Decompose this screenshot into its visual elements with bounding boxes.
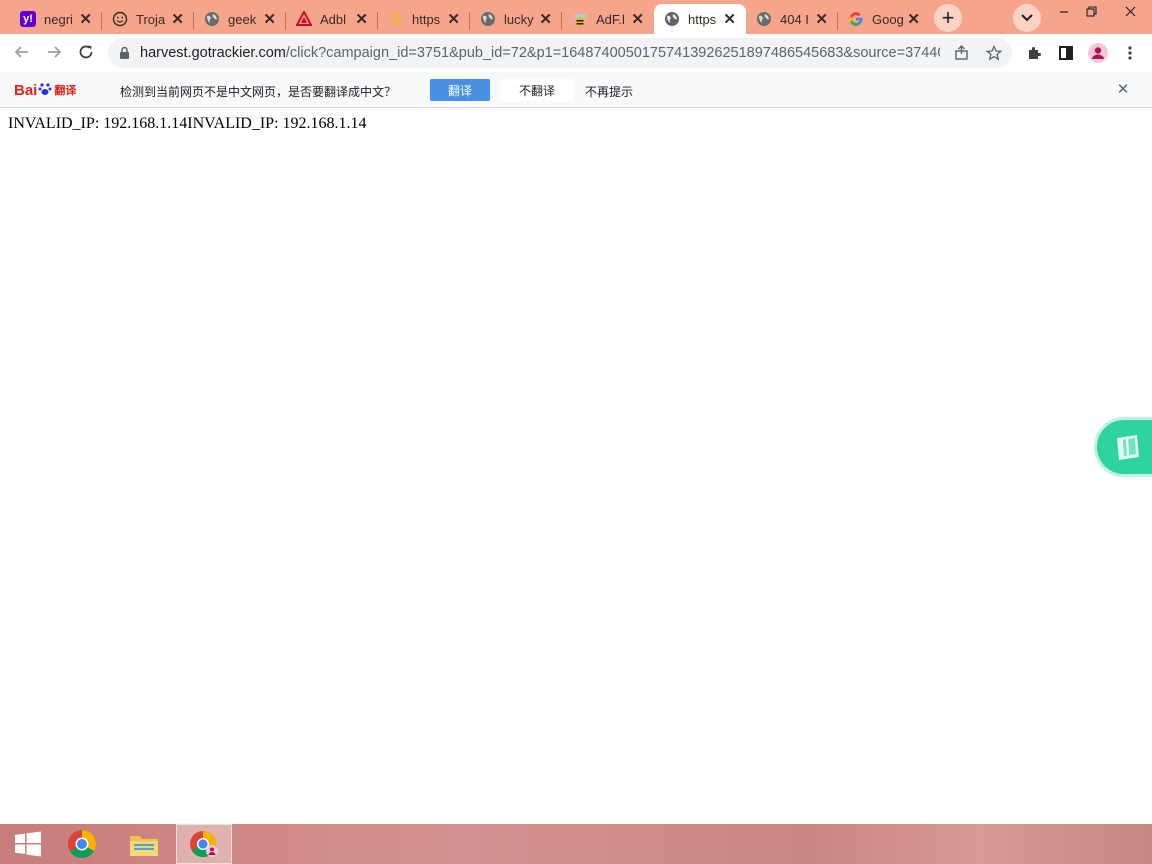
close-icon <box>1125 6 1135 16</box>
dont-translate-button[interactable]: 不翻译 <box>500 79 574 101</box>
menu-button[interactable] <box>1118 41 1142 65</box>
logo-text: Bai <box>14 81 38 99</box>
tab-close-icon[interactable]: ✕ <box>447 10 460 28</box>
side-panel-icon <box>1059 46 1073 60</box>
taskbar-chrome[interactable] <box>54 824 110 864</box>
tab-adblock[interactable]: Adbl ✕ <box>286 4 378 34</box>
tab-geek[interactable]: geek ✕ <box>194 4 286 34</box>
globe-icon <box>480 11 496 27</box>
tab-title: geek <box>228 11 257 27</box>
translate-widget-icon <box>1117 435 1139 460</box>
globe-icon <box>204 11 220 27</box>
tab-close-icon[interactable]: ✕ <box>907 10 920 28</box>
chrome-icon <box>68 830 96 858</box>
close-window-button[interactable] <box>1116 0 1144 22</box>
chevron-down-icon <box>1021 14 1033 22</box>
avatar-icon <box>1088 43 1108 63</box>
share-icon[interactable] <box>952 43 972 63</box>
new-tab-button[interactable]: + <box>934 4 962 32</box>
tab-active-page[interactable]: https ✕ <box>654 4 746 34</box>
paw-icon <box>38 82 52 99</box>
smiley-icon <box>112 11 128 27</box>
logo-suffix: 翻译 <box>54 85 77 97</box>
tab-close-icon[interactable]: ✕ <box>631 10 644 28</box>
translate-message: 检测到当前网页不是中文网页，是否要翻译成中文？ <box>120 85 397 99</box>
tab-adfly[interactable]: AdF.l ✕ <box>562 4 654 34</box>
tab-title: https <box>688 11 717 27</box>
tab-binance[interactable]: https ✕ <box>378 4 470 34</box>
restore-button[interactable] <box>1077 0 1105 22</box>
tab-close-icon[interactable]: ✕ <box>355 10 368 28</box>
tab-strip: y! negri ✕ Troja ✕ geek ✕ Adbl ✕ https ✕ <box>0 0 1152 34</box>
globe-icon <box>664 11 680 27</box>
minimize-icon <box>1060 11 1068 13</box>
baidu-translate-logo: Bai 翻译 <box>14 80 76 100</box>
arrow-left-icon <box>14 46 28 58</box>
page-body-text: INVALID_IP: 192.168.1.14INVALID_IP: 192.… <box>8 115 367 132</box>
restore-icon <box>1085 5 1097 17</box>
bookmark-star-icon[interactable] <box>984 43 1004 63</box>
browser-toolbar: harvest.gotrackier.com/click?campaign_id… <box>0 34 1152 72</box>
lock-icon[interactable] <box>108 46 140 60</box>
profile-button[interactable] <box>1086 41 1110 65</box>
tab-title: Adbl <box>320 11 347 27</box>
tab-title: negri <box>44 11 73 27</box>
page-content: INVALID_IP: 192.168.1.14INVALID_IP: 192.… <box>0 109 1152 824</box>
windows-taskbar <box>0 824 1152 864</box>
back-button[interactable] <box>8 38 36 66</box>
tab-title: https <box>412 11 441 27</box>
chrome-profile-icon <box>190 830 218 858</box>
tab-title: Goog <box>872 11 904 27</box>
folder-icon <box>130 836 158 856</box>
tab-close-icon[interactable]: ✕ <box>815 10 828 28</box>
bee-icon <box>572 11 588 27</box>
url-host: harvest.gotrackier.com <box>140 45 286 61</box>
extensions-button[interactable] <box>1022 41 1046 65</box>
puzzle-icon <box>1029 47 1041 59</box>
floating-widget-button[interactable] <box>1094 417 1152 477</box>
translate-button[interactable]: 翻译 <box>430 79 490 101</box>
tab-search-button[interactable] <box>1013 4 1041 32</box>
start-button[interactable] <box>0 824 56 864</box>
yahoo-icon: y! <box>20 11 36 27</box>
reload-button[interactable] <box>72 38 100 66</box>
tab-404[interactable]: 404 I ✕ <box>746 4 838 34</box>
tab-google[interactable]: Goog ✕ <box>838 4 930 34</box>
url-text[interactable]: harvest.gotrackier.com/click?campaign_id… <box>140 45 940 61</box>
tab-lucky[interactable]: lucky ✕ <box>470 4 562 34</box>
reload-icon <box>79 45 93 59</box>
close-translate-bar-icon[interactable]: ✕ <box>1114 80 1132 98</box>
never-show-link[interactable]: 不再提示 <box>585 83 633 100</box>
address-bar[interactable]: harvest.gotrackier.com/click?campaign_id… <box>108 38 1012 68</box>
google-icon <box>848 11 864 27</box>
side-panel-button[interactable] <box>1054 41 1078 65</box>
tab-yahoo[interactable]: y! negri ✕ <box>10 4 102 34</box>
taskbar-file-explorer[interactable] <box>116 824 172 864</box>
globe-icon <box>756 11 772 27</box>
tab-title: 404 I <box>780 11 809 27</box>
forward-button[interactable] <box>40 38 68 66</box>
minimize-button[interactable] <box>1050 0 1078 22</box>
tab-title: lucky <box>504 11 534 27</box>
translate-bar: Bai 翻译 检测到当前网页不是中文网页，是否要翻译成中文？ 翻译 不翻译 不再… <box>0 72 1152 108</box>
tab-close-icon[interactable]: ✕ <box>79 10 92 28</box>
tab-trojan[interactable]: Troja ✕ <box>102 4 194 34</box>
tab-title: Troja <box>136 11 166 27</box>
tab-close-icon[interactable]: ✕ <box>539 10 552 28</box>
adblock-icon <box>296 11 312 27</box>
tab-title: AdF.l <box>596 11 625 27</box>
url-path: /click?campaign_id=3751&pub_id=72&p1=164… <box>285 45 940 61</box>
windows-logo-icon <box>15 831 41 857</box>
tab-close-icon[interactable]: ✕ <box>723 10 736 28</box>
binance-icon <box>388 11 404 27</box>
kebab-menu-icon <box>1128 46 1132 60</box>
taskbar-chrome-profile[interactable] <box>176 824 232 864</box>
tab-close-icon[interactable]: ✕ <box>171 10 184 28</box>
tab-close-icon[interactable]: ✕ <box>263 10 276 28</box>
arrow-right-icon <box>48 46 62 58</box>
